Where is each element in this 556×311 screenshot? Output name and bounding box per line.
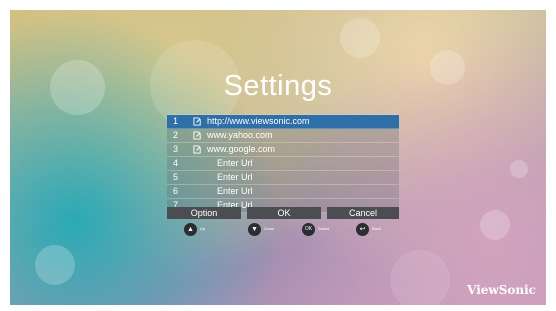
up-arrow-icon: ▲ — [184, 223, 197, 236]
list-item-number: 1 — [173, 116, 179, 126]
url-list-item[interactable]: 3 www.google.com — [167, 143, 399, 157]
list-item-number: 2 — [173, 130, 179, 140]
hint-label: Down — [264, 226, 275, 231]
hint-label: Select — [318, 226, 330, 231]
list-item-number: 4 — [173, 158, 179, 168]
url-list-item[interactable]: 6 Enter Url — [167, 185, 399, 199]
down-arrow-icon: ▼ — [248, 223, 261, 236]
bokeh-decoration — [510, 160, 528, 178]
ok-button[interactable]: OK — [247, 207, 321, 219]
bokeh-decoration — [340, 18, 380, 58]
url-list[interactable]: 1 http://www.viewsonic.com 2 www.yahoo.com 3… — [167, 114, 399, 213]
list-item-number: 6 — [173, 186, 179, 196]
edit-document-icon — [193, 145, 201, 154]
settings-screen: Settings 1 http://www.viewsonic.com 2 www.y… — [10, 10, 546, 305]
option-button[interactable]: Option — [167, 207, 241, 219]
bokeh-decoration — [480, 210, 510, 240]
list-item-number: 3 — [173, 144, 179, 154]
cancel-button[interactable]: Cancel — [327, 207, 399, 219]
hint-label: Back — [372, 226, 381, 231]
list-item-placeholder: Enter Url — [217, 172, 253, 182]
url-list-item[interactable]: 4 Enter Url — [167, 157, 399, 171]
viewsonic-logo: ViewSonic — [467, 283, 536, 297]
list-item-url: www.yahoo.com — [207, 130, 273, 140]
url-list-item[interactable]: 5 Enter Url — [167, 171, 399, 185]
list-item-placeholder: Enter Url — [217, 186, 253, 196]
list-item-url: www.google.com — [207, 144, 276, 154]
edit-document-icon — [193, 131, 201, 140]
back-icon: ↩ — [356, 223, 369, 236]
list-item-url: http://www.viewsonic.com — [207, 116, 310, 126]
bokeh-decoration — [35, 245, 75, 285]
hint-label: Up — [200, 226, 206, 231]
list-item-number: 5 — [173, 172, 179, 182]
ok-icon: OK — [302, 223, 315, 236]
bokeh-decoration — [390, 250, 450, 305]
url-list-item[interactable]: 1 http://www.viewsonic.com — [167, 115, 399, 129]
url-list-item[interactable]: 2 www.yahoo.com — [167, 129, 399, 143]
list-item-placeholder: Enter Url — [217, 158, 253, 168]
edit-document-icon — [193, 117, 201, 126]
button-bar: Option OK Cancel — [167, 207, 399, 219]
page-title: Settings — [223, 70, 333, 102]
